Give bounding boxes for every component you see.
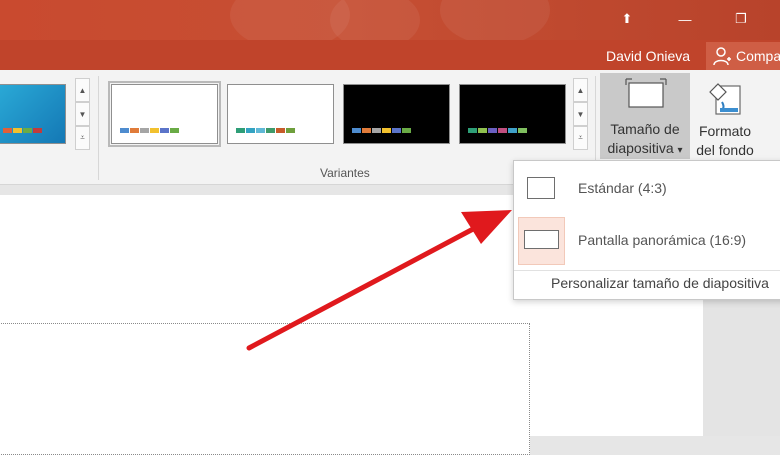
variants-scroll-down[interactable]: ▼: [573, 102, 588, 126]
color-swatch: [286, 128, 295, 133]
themes-more-button[interactable]: ⩡: [75, 126, 90, 150]
user-name[interactable]: David Onieva: [606, 48, 690, 64]
color-swatches: [352, 128, 412, 133]
custom-size-option[interactable]: Personalizar tamaño de diapositiva: [551, 275, 769, 291]
color-swatch: [468, 128, 477, 133]
color-swatch: [266, 128, 275, 133]
variant-thumbnail[interactable]: [227, 84, 334, 144]
variant-thumbnail[interactable]: [459, 84, 566, 144]
color-swatches: [236, 128, 296, 133]
title-bar: ⬆ — ❐: [0, 0, 780, 50]
group-divider: [98, 76, 99, 180]
color-swatch: [382, 128, 391, 133]
widescreen-size-option[interactable]: Pantalla panorámica (16:9): [514, 216, 780, 266]
ribbon-display-options-button[interactable]: ⬆: [612, 6, 642, 32]
color-swatch: [256, 128, 265, 133]
color-swatch: [372, 128, 381, 133]
color-swatch: [352, 128, 361, 133]
share-button[interactable]: Compa: [706, 42, 780, 70]
themes-scroll-down[interactable]: ▼: [75, 102, 90, 126]
slide-size-label-1: Tamaño de: [610, 121, 680, 137]
color-swatch: [150, 128, 159, 133]
dropdown-caret-icon: ▾: [677, 145, 683, 156]
format-background-label-1: Formato: [698, 123, 752, 139]
color-swatches: [468, 128, 528, 133]
color-swatch: [120, 128, 129, 133]
color-swatch: [140, 128, 149, 133]
color-swatch: [402, 128, 411, 133]
color-swatch: [170, 128, 179, 133]
variant-thumbnail[interactable]: [343, 84, 450, 144]
menu-divider: [514, 270, 780, 271]
person-add-icon: [713, 47, 731, 66]
standard-size-label: Estándar (4:3): [578, 180, 667, 196]
color-swatch: [518, 128, 527, 133]
slide-placeholder[interactable]: [0, 323, 530, 455]
theme-thumbnail[interactable]: [0, 84, 66, 144]
color-swatch: [392, 128, 401, 133]
variant-thumbnail[interactable]: [108, 81, 221, 147]
color-swatch: [478, 128, 487, 133]
format-background-icon: [709, 83, 741, 115]
format-background-label-2: del fondo: [696, 142, 754, 158]
color-swatch: [246, 128, 255, 133]
color-swatch: [276, 128, 285, 133]
slide-size-icon: [625, 78, 667, 108]
color-swatch: [488, 128, 497, 133]
color-swatch: [498, 128, 507, 133]
variants-scroll-up[interactable]: ▲: [573, 78, 588, 102]
standard-ratio-icon: [527, 177, 555, 199]
color-swatches: [120, 128, 180, 133]
variants-more-button[interactable]: ⩡: [573, 126, 588, 150]
color-swatch: [362, 128, 371, 133]
color-swatch: [130, 128, 139, 133]
restore-button[interactable]: ❐: [726, 6, 756, 32]
slide-size-button[interactable]: Tamaño de diapositiva ▾: [600, 73, 690, 159]
standard-size-option[interactable]: Estándar (4:3): [514, 163, 780, 213]
widescreen-ratio-icon: [524, 230, 559, 249]
color-swatch: [236, 128, 245, 133]
background-pattern: [440, 0, 550, 45]
format-background-button[interactable]: Formato del fondo: [692, 74, 758, 160]
widescreen-size-label: Pantalla panorámica (16:9): [578, 232, 747, 248]
variants-group-label: Variantes: [320, 166, 370, 180]
slide-size-label-2: diapositiva: [607, 140, 674, 156]
share-label: Compa: [736, 48, 780, 64]
color-swatch: [160, 128, 169, 133]
color-swatch: [508, 128, 517, 133]
minimize-button[interactable]: —: [670, 6, 700, 32]
slide-size-menu: Estándar (4:3) Pantalla panorámica (16:9…: [513, 160, 780, 300]
themes-scroll-up[interactable]: ▲: [75, 78, 90, 102]
